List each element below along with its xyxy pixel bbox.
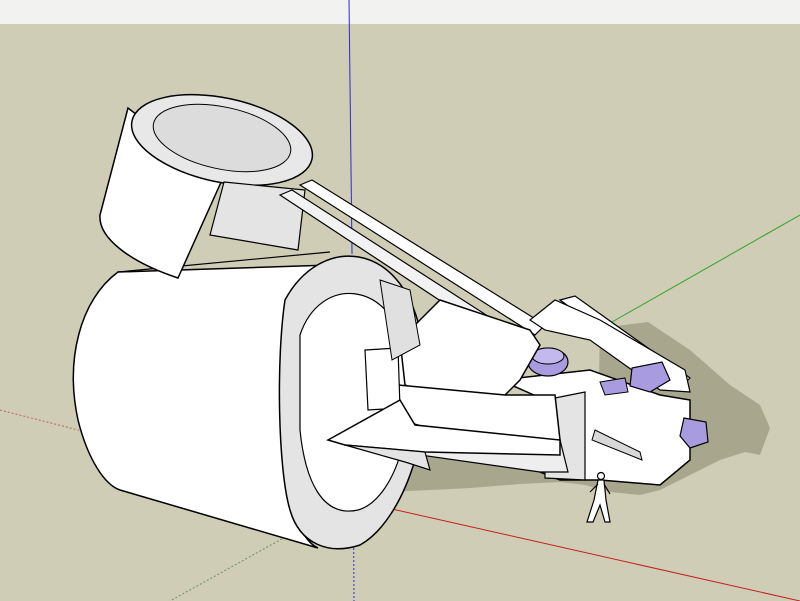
- red-axis: [351, 499, 800, 601]
- upper-cylinder[interactable]: [99, 80, 321, 279]
- green-axis: [611, 214, 800, 323]
- model-viewport[interactable]: [0, 0, 800, 601]
- figure-head: [596, 471, 606, 481]
- scene-canvas[interactable]: [0, 0, 800, 601]
